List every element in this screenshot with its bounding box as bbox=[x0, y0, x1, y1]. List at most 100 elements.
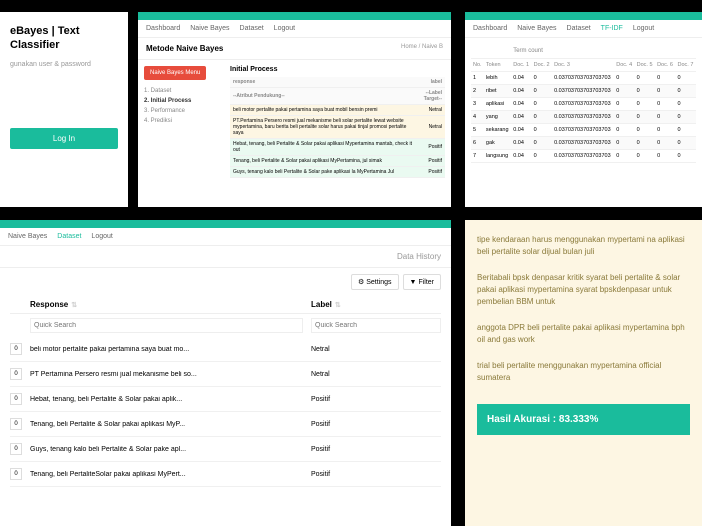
result-text: Beritabali bpsk denpasar kritik syarat b… bbox=[477, 272, 690, 308]
nav-naive[interactable]: Naive Bayes bbox=[190, 25, 229, 32]
th-doc4: Doc. 4 bbox=[614, 59, 634, 72]
tfidf-cell: 0.03703703703703703 bbox=[552, 124, 614, 137]
tfidf-cell: 0 bbox=[532, 111, 552, 124]
nav-dashboard[interactable]: Dashboard bbox=[473, 25, 507, 32]
filter-button[interactable]: ▼ Filter bbox=[403, 274, 441, 290]
tfidf-cell: 0.04 bbox=[511, 150, 531, 163]
result-text: trial beli pertalite menggunakan myperta… bbox=[477, 360, 690, 384]
nav-dashboard[interactable]: Dashboard bbox=[146, 25, 180, 32]
th-doc1: Doc. 1 bbox=[511, 59, 531, 72]
step-2[interactable]: 2. Initial Process bbox=[144, 96, 224, 106]
step-4[interactable]: 4. Prediksi bbox=[144, 116, 224, 126]
row-num: 0 bbox=[10, 418, 22, 430]
login-button[interactable]: Log In bbox=[10, 128, 118, 149]
table-row[interactable]: 0beli motor pertalite pakai pertamina sa… bbox=[10, 337, 441, 362]
tfidf-cell: 0 bbox=[676, 98, 697, 111]
tfidf-cell: 0 bbox=[655, 150, 675, 163]
gear-icon: ⚙ bbox=[358, 279, 364, 286]
tfidf-cell: 0 bbox=[676, 137, 697, 150]
nav-dataset[interactable]: Dataset bbox=[567, 25, 591, 32]
row-response: beli motor pertalite pakai pertamina say… bbox=[30, 346, 303, 353]
row-response: PT Pertamina Persero resmi jual mekanism… bbox=[30, 371, 303, 378]
accent-bar bbox=[0, 220, 451, 228]
tfidf-cell: 0 bbox=[532, 150, 552, 163]
tfidf-cell: 0.04 bbox=[511, 137, 531, 150]
tfidf-cell: 0 bbox=[614, 111, 634, 124]
tfidf-cell: 0.03703703703703703 bbox=[552, 150, 614, 163]
th-label: label bbox=[415, 77, 445, 88]
row-response: Guys, tenang kalo beli Pertalite & Solar… bbox=[30, 446, 303, 453]
tfidf-cell: 2 bbox=[471, 85, 484, 98]
naive-title: Metode Naive Bayes bbox=[146, 44, 223, 53]
table-row[interactable]: 0Tenang, beli Pertalite & Solar pakai ap… bbox=[10, 412, 441, 437]
th-no: No. bbox=[471, 59, 484, 72]
row-label: Netral bbox=[311, 346, 441, 353]
breadcrumb: Home / Naive B bbox=[401, 44, 443, 53]
tfidf-cell: 5 bbox=[471, 124, 484, 137]
row-label: Positif bbox=[311, 471, 441, 478]
nav-bar: Naive Bayes Dataset Logout bbox=[0, 228, 451, 246]
tfidf-cell: 0.04 bbox=[511, 111, 531, 124]
tfidf-cell: yang bbox=[484, 111, 511, 124]
tfidf-cell: 7 bbox=[471, 150, 484, 163]
nav-logout[interactable]: Logout bbox=[633, 25, 654, 32]
th-doc5: Doc. 5 bbox=[635, 59, 655, 72]
row-response: Tenang, beli PertaliteSolar pakai aplika… bbox=[30, 471, 303, 478]
result-text: anggota DPR beli pertalite pakai aplikas… bbox=[477, 322, 690, 346]
th-doc2: Doc. 2 bbox=[532, 59, 552, 72]
toolbar: ⚙ Settings ▼ Filter bbox=[0, 268, 451, 296]
tfidf-cell: 0 bbox=[635, 98, 655, 111]
nav-logout[interactable]: Logout bbox=[91, 233, 112, 240]
row-label: Netral bbox=[311, 371, 441, 378]
tfidf-cell: 0 bbox=[676, 72, 697, 85]
nav-dataset[interactable]: Dataset bbox=[57, 233, 81, 240]
step-3[interactable]: 3. Performance bbox=[144, 106, 224, 116]
tfidf-cell: 0 bbox=[532, 124, 552, 137]
tfidf-cell: 0.03703703703703703 bbox=[552, 111, 614, 124]
tfidf-cell: 0 bbox=[635, 85, 655, 98]
col-response[interactable]: Response bbox=[30, 300, 68, 309]
process-title: Initial Process bbox=[230, 66, 445, 73]
search-label[interactable] bbox=[311, 318, 441, 333]
proc-cell: Tenang, beli Pertalite & Solar pakai apl… bbox=[230, 156, 415, 167]
tfidf-cell: sekarang bbox=[484, 124, 511, 137]
accent-bar bbox=[465, 12, 702, 20]
nav-logout[interactable]: Logout bbox=[274, 25, 295, 32]
tfidf-cell: 0.04 bbox=[511, 72, 531, 85]
nav-tfidf[interactable]: TF-IDF bbox=[601, 25, 623, 32]
th-target: --Label Target-- bbox=[415, 88, 445, 105]
proc-label: Positif bbox=[415, 167, 445, 178]
row-label: Positif bbox=[311, 421, 441, 428]
sort-icon[interactable]: ⇅ bbox=[335, 302, 341, 309]
menu-button[interactable]: Naive Bayes Menu bbox=[144, 66, 206, 80]
tfidf-cell: 0 bbox=[655, 124, 675, 137]
nav-naive[interactable]: Naive Bayes bbox=[517, 25, 556, 32]
term-count-header: Term count bbox=[511, 44, 696, 59]
tfidf-cell: 0 bbox=[532, 85, 552, 98]
data-history-label: Data History bbox=[0, 246, 451, 268]
col-label[interactable]: Label bbox=[311, 300, 332, 309]
settings-button[interactable]: ⚙ Settings bbox=[351, 274, 399, 290]
proc-label: Netral bbox=[415, 116, 445, 139]
accent-bar bbox=[138, 12, 451, 20]
tfidf-cell: 4 bbox=[471, 111, 484, 124]
tfidf-cell: 0 bbox=[676, 150, 697, 163]
table-row[interactable]: 0Hebat, tenang, beli Pertalite & Solar p… bbox=[10, 387, 441, 412]
proc-cell: PT.Pertamina Persero resmi jual mekanism… bbox=[230, 116, 415, 139]
tfidf-cell: 0 bbox=[614, 72, 634, 85]
tfidf-cell: 0.04 bbox=[511, 98, 531, 111]
step-1[interactable]: 1. Dataset bbox=[144, 86, 224, 96]
table-row[interactable]: 0Tenang, beli PertaliteSolar pakai aplik… bbox=[10, 462, 441, 487]
process-table: responselabel --Atribut Pendukung----Lab… bbox=[230, 77, 445, 178]
search-response[interactable] bbox=[30, 318, 303, 333]
row-num: 0 bbox=[10, 443, 22, 455]
th-doc7: Doc. 7 bbox=[676, 59, 697, 72]
sort-icon[interactable]: ⇅ bbox=[71, 302, 77, 309]
tfidf-cell: 0 bbox=[635, 137, 655, 150]
tfidf-cell: 3 bbox=[471, 98, 484, 111]
nav-dataset[interactable]: Dataset bbox=[240, 25, 264, 32]
tfidf-cell: 0 bbox=[614, 150, 634, 163]
table-row[interactable]: 0 Guys, tenang kalo beli Pertalite & Sola… bbox=[10, 437, 441, 462]
nav-naive[interactable]: Naive Bayes bbox=[8, 233, 47, 240]
table-row[interactable]: 0PT Pertamina Persero resmi jual mekanis… bbox=[10, 362, 441, 387]
